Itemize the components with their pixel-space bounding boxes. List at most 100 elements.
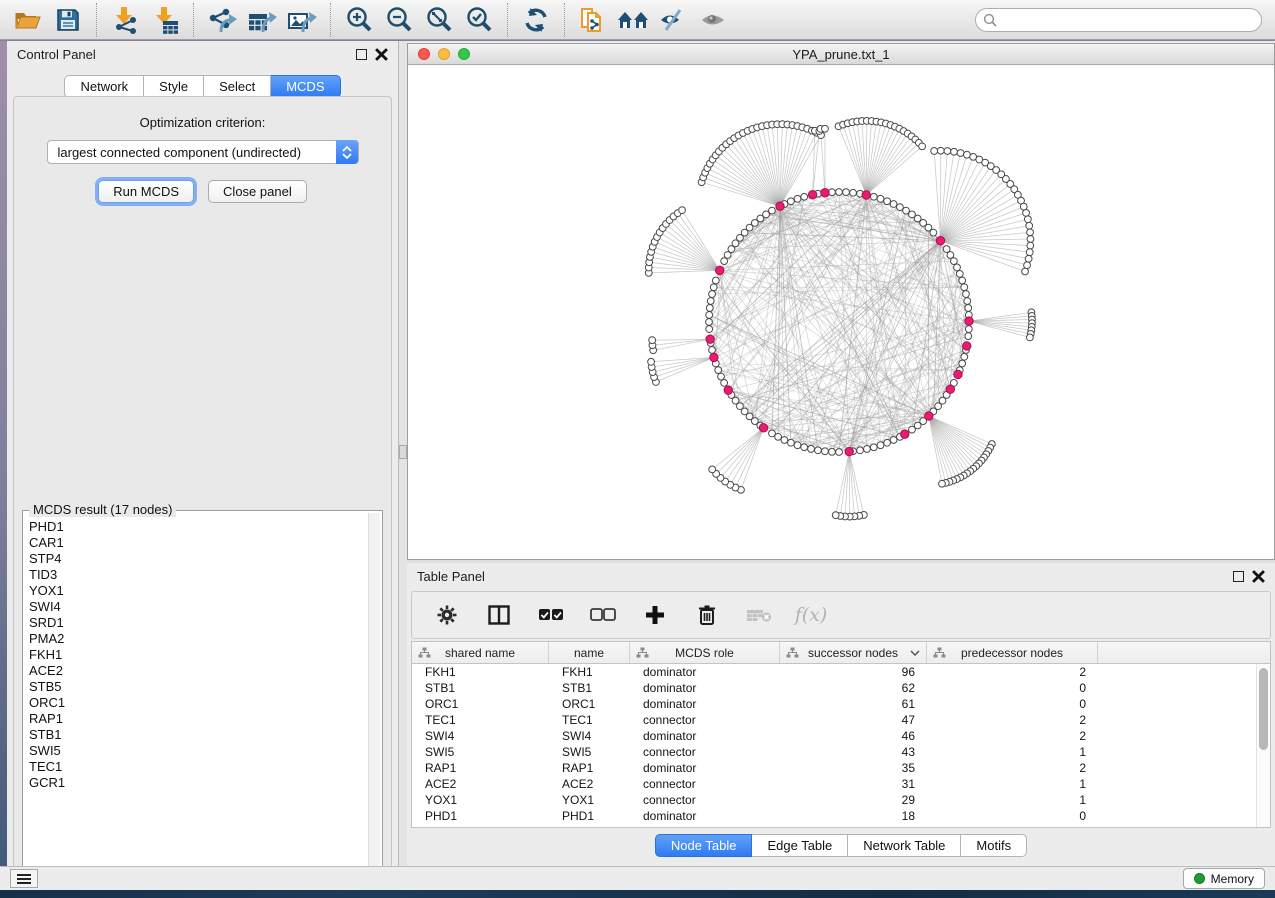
network-node[interactable] xyxy=(1026,334,1033,341)
column-header-MCDS-role[interactable]: MCDS role xyxy=(630,642,780,663)
network-node[interactable] xyxy=(706,305,713,312)
show-graphics-details-button[interactable] xyxy=(693,3,733,37)
cell-shared-name[interactable]: SWI4 xyxy=(412,729,549,743)
network-node[interactable] xyxy=(890,201,897,208)
show-columns-button[interactable] xyxy=(484,598,514,632)
mcds-result-item[interactable]: STB1 xyxy=(29,727,366,743)
cell-MCDS-role[interactable]: connector xyxy=(630,713,780,727)
mcds-result-item[interactable]: FKH1 xyxy=(29,647,366,663)
table-options-button[interactable] xyxy=(432,598,462,632)
cell-predecessor-nodes[interactable]: 2 xyxy=(927,761,1098,775)
mcds-hub-node[interactable] xyxy=(965,317,973,325)
cell-predecessor-nodes[interactable]: 2 xyxy=(927,729,1098,743)
cell-successor-nodes[interactable]: 43 xyxy=(780,745,927,759)
network-node[interactable] xyxy=(964,298,971,305)
network-node[interactable] xyxy=(947,252,954,259)
table-row[interactable]: YOX1YOX1connector291 xyxy=(412,792,1256,808)
network-node[interactable] xyxy=(1022,268,1029,275)
cell-shared-name[interactable]: ACE2 xyxy=(412,777,549,791)
network-node[interactable] xyxy=(857,447,864,454)
hide-graphics-details-button[interactable] xyxy=(653,3,693,37)
tab-select[interactable]: Select xyxy=(204,75,271,98)
zoom-fit-button[interactable] xyxy=(419,3,459,37)
mcds-hub-node[interactable] xyxy=(776,202,784,210)
network-node[interactable] xyxy=(959,360,966,367)
cell-shared-name[interactable]: ORC1 xyxy=(412,697,549,711)
cell-shared-name[interactable]: YOX1 xyxy=(412,793,549,807)
column-header-predecessor-nodes[interactable]: predecessor nodes xyxy=(927,642,1098,663)
cell-predecessor-nodes[interactable]: 2 xyxy=(927,665,1098,679)
network-node[interactable] xyxy=(965,326,972,333)
cell-MCDS-role[interactable]: dominator xyxy=(630,681,780,695)
mcds-result-item[interactable]: SWI5 xyxy=(29,743,366,759)
network-node[interactable] xyxy=(822,448,829,455)
import-table-button[interactable] xyxy=(145,3,185,37)
network-node[interactable] xyxy=(950,258,957,265)
cell-predecessor-nodes[interactable]: 1 xyxy=(927,793,1098,807)
mcds-result-list[interactable]: PHD1CAR1STP4TID3YOX1SWI4SRD1PMA2FKH1ACE2… xyxy=(29,519,366,879)
network-node[interactable] xyxy=(787,439,794,446)
close-table-panel-icon[interactable] xyxy=(1252,570,1265,583)
run-mcds-button[interactable]: Run MCDS xyxy=(98,180,194,203)
tab-mcds[interactable]: MCDS xyxy=(271,75,340,98)
close-panel-icon[interactable] xyxy=(375,48,388,61)
vertical-splitter[interactable] xyxy=(399,41,407,866)
splitter-handle[interactable] xyxy=(399,445,407,459)
network-node[interactable] xyxy=(930,229,937,236)
network-node[interactable] xyxy=(931,148,938,155)
mcds-result-item[interactable]: ACE2 xyxy=(29,663,366,679)
network-node[interactable] xyxy=(944,148,951,155)
mcds-hub-node[interactable] xyxy=(925,412,933,420)
network-node[interactable] xyxy=(649,337,656,344)
network-node[interactable] xyxy=(850,189,857,196)
mcds-result-item[interactable]: TEC1 xyxy=(29,759,366,775)
network-node[interactable] xyxy=(709,291,716,298)
network-node[interactable] xyxy=(679,207,686,214)
network-node[interactable] xyxy=(939,480,946,487)
delete-column-button[interactable] xyxy=(692,598,722,632)
network-node[interactable] xyxy=(707,298,714,305)
cell-MCDS-role[interactable]: dominator xyxy=(630,761,780,775)
cell-name[interactable]: TEC1 xyxy=(549,713,630,727)
mcds-result-item[interactable]: CAR1 xyxy=(29,535,366,551)
table-row[interactable]: PHD1PHD1dominator180 xyxy=(412,808,1256,824)
network-node[interactable] xyxy=(877,195,884,202)
cell-name[interactable]: FKH1 xyxy=(549,665,630,679)
cell-successor-nodes[interactable]: 62 xyxy=(780,681,927,695)
export-image-button[interactable] xyxy=(282,3,322,37)
mcds-hub-node[interactable] xyxy=(808,191,816,199)
cell-successor-nodes[interactable]: 47 xyxy=(780,713,927,727)
save-session-button[interactable] xyxy=(48,3,88,37)
network-node[interactable] xyxy=(963,291,970,298)
mcds-hub-node[interactable] xyxy=(901,430,909,438)
unselect-all-columns-button[interactable] xyxy=(588,598,618,632)
cell-MCDS-role[interactable]: dominator xyxy=(630,729,780,743)
criterion-select[interactable]: largest connected component (undirected) xyxy=(47,140,359,164)
zoom-selected-button[interactable] xyxy=(459,3,499,37)
network-node[interactable] xyxy=(870,193,877,200)
task-history-button[interactable] xyxy=(10,869,38,888)
cell-name[interactable]: ACE2 xyxy=(549,777,630,791)
network-node[interactable] xyxy=(1027,236,1034,243)
memory-button[interactable]: Memory xyxy=(1183,868,1265,889)
network-node[interactable] xyxy=(706,312,713,319)
table-row[interactable]: SWI4SWI4dominator462 xyxy=(412,728,1256,744)
column-header-name[interactable]: name xyxy=(549,642,630,663)
cell-predecessor-nodes[interactable]: 0 xyxy=(927,697,1098,711)
network-node[interactable] xyxy=(648,358,655,365)
column-header-successor-nodes[interactable]: successor nodes xyxy=(780,642,927,663)
mcds-result-item[interactable]: STP4 xyxy=(29,551,366,567)
network-node[interactable] xyxy=(801,193,808,200)
network-node[interactable] xyxy=(870,444,877,451)
mcds-result-item[interactable]: GCR1 xyxy=(29,775,366,791)
zoom-in-button[interactable] xyxy=(339,3,379,37)
mcds-hub-node[interactable] xyxy=(706,335,714,343)
network-node[interactable] xyxy=(709,466,716,473)
network-graph[interactable] xyxy=(408,65,1274,559)
network-node[interactable] xyxy=(709,347,716,354)
network-node[interactable] xyxy=(794,442,801,449)
network-node[interactable] xyxy=(1025,255,1032,262)
mcds-hub-node[interactable] xyxy=(845,447,853,455)
float-table-panel-button[interactable] xyxy=(1233,571,1244,582)
network-node[interactable] xyxy=(832,512,839,519)
